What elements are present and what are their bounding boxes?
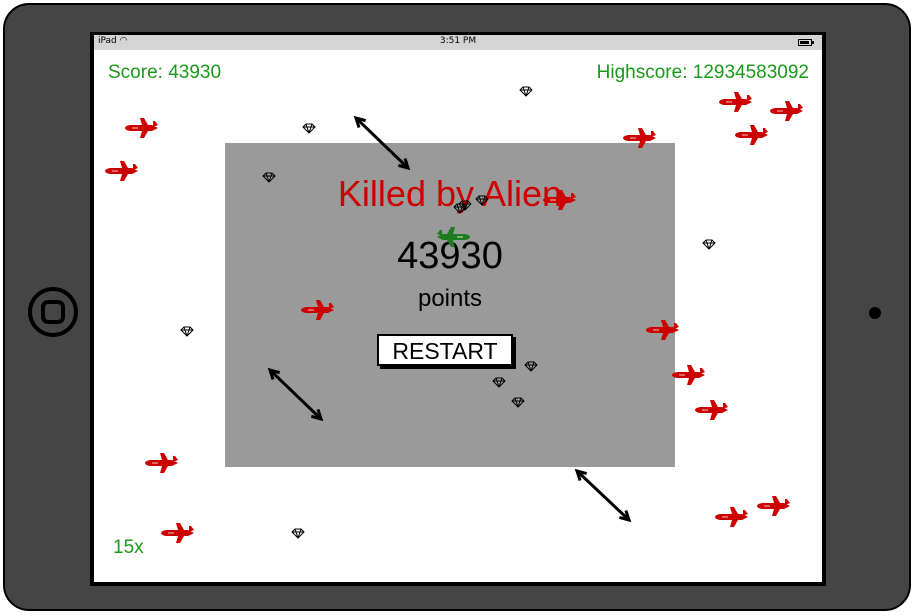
red-fighter-jet-icon xyxy=(623,128,656,148)
red-fighter-jet-icon xyxy=(105,161,138,181)
diamond-icon xyxy=(492,377,506,388)
red-fighter-jet-icon xyxy=(770,101,803,121)
status-time: 3:51 PM xyxy=(439,36,477,46)
points-label: points xyxy=(417,285,483,312)
screen: iPad ◠ 3:51 PM Score: 43930 Highscore: 1… xyxy=(90,32,826,586)
diamond-icon xyxy=(519,86,533,97)
status-bar: iPad ◠ 3:51 PM xyxy=(94,35,822,50)
battery-tip xyxy=(812,41,814,44)
double-arrow-icon xyxy=(267,367,324,422)
red-fighter-jet-icon xyxy=(757,496,790,516)
double-arrow-icon xyxy=(574,468,632,523)
multiplier-label: 15x xyxy=(113,537,144,558)
diamond-icon xyxy=(262,172,276,183)
double-arrow-icon xyxy=(353,115,411,171)
battery-icon xyxy=(798,39,812,46)
highscore-label: Highscore: 12934583092 xyxy=(596,62,809,83)
diamond-icon xyxy=(475,195,489,206)
restart-button[interactable]: RESTART xyxy=(377,334,513,366)
diamond-icon xyxy=(291,528,305,539)
diamond-icon xyxy=(702,239,716,250)
green-fighter-jet-icon xyxy=(437,227,470,247)
game-over-title: Killed by Alien xyxy=(337,173,563,214)
home-button-icon xyxy=(41,300,65,324)
diamond-icon xyxy=(453,203,467,214)
red-fighter-jet-icon xyxy=(695,400,728,420)
diamond-icon xyxy=(180,326,194,337)
red-fighter-jet-icon xyxy=(672,365,705,385)
front-camera xyxy=(869,307,881,319)
red-fighter-jet-icon xyxy=(125,118,158,138)
red-fighter-jet-icon xyxy=(646,320,679,340)
score-label: Score: 43930 xyxy=(108,62,222,83)
diamond-icon xyxy=(511,397,525,408)
game-canvas[interactable]: Score: 43930 Highscore: 12934583092 15x … xyxy=(94,50,822,582)
diamond-icon xyxy=(302,123,316,134)
red-fighter-jet-icon xyxy=(719,92,752,112)
red-fighter-jet-icon xyxy=(715,507,748,527)
red-fighter-jet-icon xyxy=(543,190,576,210)
red-fighter-jet-icon xyxy=(161,523,194,543)
home-button[interactable] xyxy=(28,287,78,337)
red-fighter-jet-icon xyxy=(735,125,768,145)
red-fighter-jet-icon xyxy=(145,453,178,473)
red-fighter-jet-icon xyxy=(301,300,334,320)
diamond-icon xyxy=(524,361,538,372)
